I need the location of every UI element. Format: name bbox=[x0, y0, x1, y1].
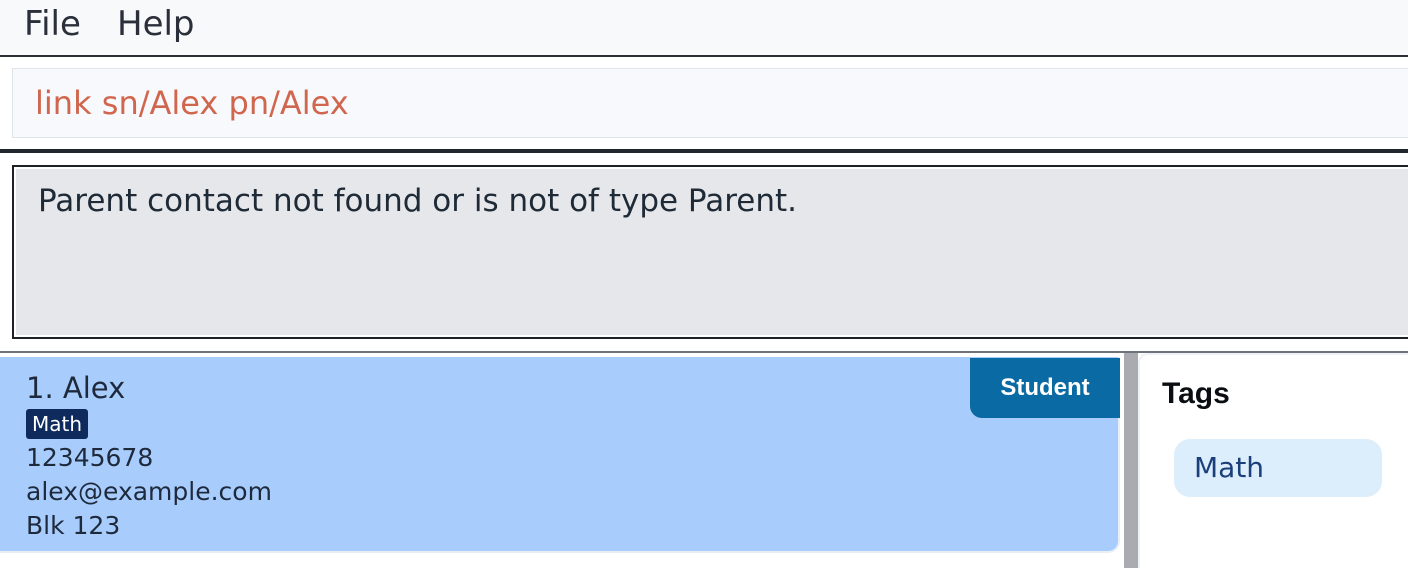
person-name: 1. Alex bbox=[26, 371, 126, 405]
person-type-badge: Student bbox=[970, 358, 1120, 418]
result-display: Parent contact not found or is not of ty… bbox=[12, 165, 1408, 339]
menu-file[interactable]: File bbox=[24, 4, 81, 44]
list-scrollbar[interactable] bbox=[1124, 353, 1138, 568]
command-box bbox=[12, 68, 1408, 138]
command-input[interactable] bbox=[35, 79, 1395, 127]
menu-bar: File Help bbox=[0, 0, 1408, 57]
tags-panel: Tags Math bbox=[1138, 353, 1408, 568]
command-area bbox=[0, 57, 1408, 149]
menu-help[interactable]: Help bbox=[117, 4, 195, 44]
person-card[interactable]: 1. Alex Math 12345678 alex@example.com B… bbox=[0, 357, 1120, 553]
person-address: Blk 123 bbox=[26, 511, 121, 540]
person-email: alex@example.com bbox=[26, 477, 272, 506]
person-phone: 12345678 bbox=[26, 443, 154, 472]
result-message: Parent contact not found or is not of ty… bbox=[38, 183, 798, 219]
person-tag: Math bbox=[26, 409, 89, 439]
tag-item-math[interactable]: Math bbox=[1174, 439, 1382, 497]
tags-title: Tags bbox=[1162, 377, 1230, 410]
result-area: Parent contact not found or is not of ty… bbox=[0, 153, 1408, 351]
person-list: 1. Alex Math 12345678 alex@example.com B… bbox=[0, 353, 1126, 568]
